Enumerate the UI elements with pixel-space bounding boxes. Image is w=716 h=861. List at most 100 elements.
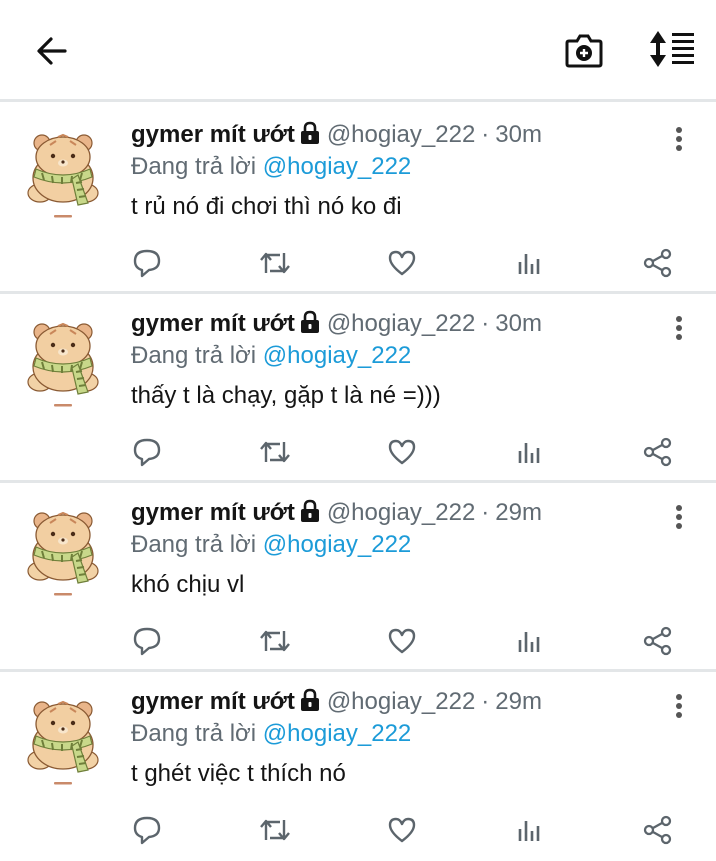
back-button[interactable] (32, 31, 72, 71)
stats-button[interactable] (510, 812, 550, 848)
top-app-bar (0, 0, 716, 102)
reply-context: Đang trả lời @hogiay_222 (131, 529, 411, 561)
stats-button[interactable] (510, 623, 550, 659)
heart-icon (388, 250, 416, 276)
retweet-icon (260, 630, 290, 652)
tweet-item[interactable]: gymer mít ướt @hogiay_222 · 30m Đang trả lờ… (0, 294, 716, 483)
more-options-button[interactable] (664, 121, 694, 157)
sort-list-icon (650, 31, 694, 67)
avatar[interactable] (22, 123, 104, 223)
timestamp: 30m (495, 310, 542, 337)
sort-button[interactable] (646, 26, 698, 72)
bear-avatar-icon (27, 133, 99, 218)
retweet-icon (260, 441, 290, 463)
stats-button[interactable] (510, 245, 550, 281)
more-vertical-icon (676, 316, 682, 340)
camera-button[interactable] (562, 28, 606, 72)
share-button[interactable] (638, 245, 678, 281)
timestamp: 29m (495, 499, 542, 526)
reply-icon (133, 816, 161, 845)
tweet-text: t ghét việc t thích nó (131, 760, 346, 787)
reply-button[interactable] (127, 623, 167, 659)
share-icon (643, 626, 672, 656)
avatar[interactable] (22, 312, 104, 412)
tweet-actions (0, 812, 716, 848)
tweet-actions (0, 623, 716, 659)
like-button[interactable] (382, 434, 422, 470)
tweet-header: gymer mít ướt @hogiay_222 · 29m (131, 497, 542, 529)
more-options-button[interactable] (664, 688, 694, 724)
stats-icon (518, 821, 540, 841)
retweet-button[interactable] (255, 434, 295, 470)
retweet-icon (260, 819, 290, 841)
display-name[interactable]: gymer mít ướt (131, 499, 295, 526)
separator-dot: · (481, 310, 490, 337)
user-handle[interactable]: @hogiay_222 (327, 499, 475, 526)
share-icon (643, 248, 672, 278)
avatar[interactable] (22, 501, 104, 601)
display-name[interactable]: gymer mít ướt (131, 310, 295, 337)
reply-prefix: Đang trả lời (131, 720, 257, 747)
separator-dot: · (481, 121, 490, 148)
reply-context: Đang trả lời @hogiay_222 (131, 151, 411, 183)
more-options-button[interactable] (664, 499, 694, 535)
bear-avatar-icon (27, 322, 99, 407)
share-button[interactable] (638, 623, 678, 659)
stats-icon (518, 254, 540, 274)
timestamp: 29m (495, 688, 542, 715)
more-vertical-icon (676, 694, 682, 718)
avatar[interactable] (22, 690, 104, 790)
reply-prefix: Đang trả lời (131, 342, 257, 369)
lock-icon (299, 310, 321, 334)
tweet-text: t rủ nó đi chơi thì nó ko đi (131, 193, 402, 220)
share-icon (643, 815, 672, 845)
display-name[interactable]: gymer mít ướt (131, 688, 295, 715)
timestamp: 30m (495, 121, 542, 148)
bear-avatar-icon (27, 700, 99, 785)
user-handle[interactable]: @hogiay_222 (327, 688, 475, 715)
share-button[interactable] (638, 434, 678, 470)
bear-avatar-icon (27, 511, 99, 596)
retweet-button[interactable] (255, 623, 295, 659)
reply-mention[interactable]: @hogiay_222 (263, 342, 411, 369)
user-handle[interactable]: @hogiay_222 (327, 310, 475, 337)
tweet-item[interactable]: gymer mít ướt @hogiay_222 · 29m Đang trả lờ… (0, 672, 716, 861)
lock-icon (299, 688, 321, 712)
tweet-actions (0, 245, 716, 281)
share-button[interactable] (638, 812, 678, 848)
like-button[interactable] (382, 623, 422, 659)
reply-mention[interactable]: @hogiay_222 (263, 531, 411, 558)
retweet-button[interactable] (255, 812, 295, 848)
tweet-actions (0, 434, 716, 470)
reply-prefix: Đang trả lời (131, 153, 257, 180)
tweet-item[interactable]: gymer mít ướt @hogiay_222 · 29m Đang trả lờ… (0, 483, 716, 672)
reply-prefix: Đang trả lời (131, 531, 257, 558)
reply-mention[interactable]: @hogiay_222 (263, 720, 411, 747)
tweet-text: khó chịu vl (131, 571, 245, 598)
camera-plus-icon (565, 34, 603, 68)
more-vertical-icon (676, 127, 682, 151)
arrow-left-icon (37, 37, 67, 65)
display-name[interactable]: gymer mít ướt (131, 121, 295, 148)
more-options-button[interactable] (664, 310, 694, 346)
reply-mention[interactable]: @hogiay_222 (263, 153, 411, 180)
like-button[interactable] (382, 245, 422, 281)
stats-icon (518, 443, 540, 463)
stats-button[interactable] (510, 434, 550, 470)
retweet-button[interactable] (255, 245, 295, 281)
retweet-icon (260, 252, 290, 274)
user-handle[interactable]: @hogiay_222 (327, 121, 475, 148)
reply-icon (133, 627, 161, 656)
heart-icon (388, 817, 416, 843)
reply-icon (133, 249, 161, 278)
tweet-item[interactable]: gymer mít ướt @hogiay_222 · 30m Đang trả lờ… (0, 105, 716, 294)
like-button[interactable] (382, 812, 422, 848)
share-icon (643, 437, 672, 467)
reply-context: Đang trả lời @hogiay_222 (131, 340, 411, 372)
reply-button[interactable] (127, 245, 167, 281)
lock-icon (299, 499, 321, 523)
reply-context: Đang trả lời @hogiay_222 (131, 718, 411, 750)
reply-button[interactable] (127, 812, 167, 848)
reply-button[interactable] (127, 434, 167, 470)
top-bar-divider (0, 99, 716, 102)
